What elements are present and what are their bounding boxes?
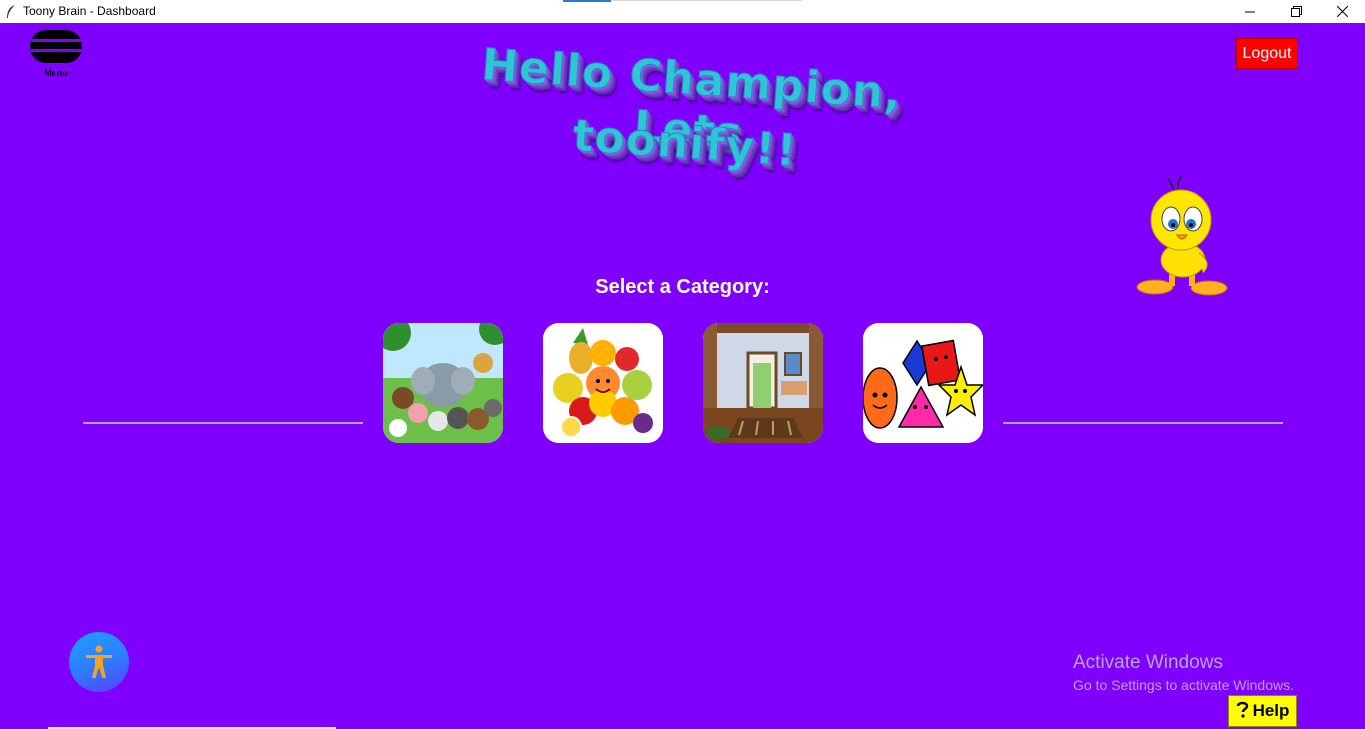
titlebar-divider [611,0,803,1]
help-label: Help [1252,701,1290,720]
category-card-animals[interactable] [383,323,503,443]
divider-right [1003,422,1283,424]
category-card-shapes[interactable] [863,323,983,443]
restore-icon [1290,6,1302,17]
logout-button[interactable]: Logout [1236,38,1298,69]
category-card-house[interactable] [703,323,823,443]
minimize-button[interactable] [1227,0,1273,23]
minimize-icon [1245,11,1255,12]
room-image [703,323,823,443]
accessibility-button[interactable] [69,632,129,692]
accessibility-icon [86,645,112,678]
titlebar-accent [563,0,611,2]
welcome-banner: Hello Champion, Lets toonify!! [420,39,960,200]
window-title: Toony Brain - Dashboard [23,4,156,18]
feather-icon [7,5,15,18]
shapes-image [863,323,983,443]
category-heading: Select a Category: [595,276,770,298]
question-icon [1236,696,1249,726]
window-titlebar: Toony Brain - Dashboard [0,0,1365,23]
animals-image [383,323,503,443]
divider-left [83,422,363,424]
menu-label: Menu [44,68,68,78]
activate-windows-watermark: Activate Windows Go to Settings to activ… [1073,652,1294,693]
close-icon [1336,6,1348,17]
watermark-title: Activate Windows [1073,652,1223,673]
restore-button[interactable] [1273,0,1319,23]
close-button[interactable] [1319,0,1365,23]
watermark-subtitle: Go to Settings to activate Windows. [1073,677,1294,693]
hamburger-icon [30,30,82,63]
category-card-fruits[interactable] [543,323,663,443]
help-button[interactable]: Help [1228,695,1297,727]
menu-button[interactable]: Menu [30,30,82,80]
fruits-image [543,323,663,443]
